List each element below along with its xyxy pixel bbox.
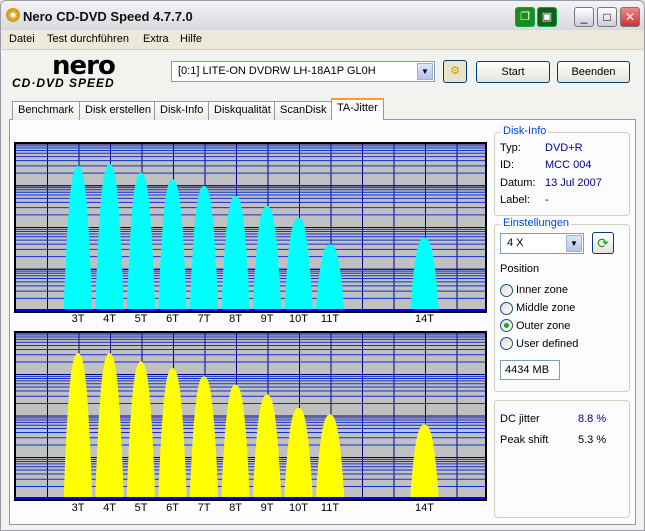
tab-disk-info[interactable]: Disk-Info [154,101,210,120]
x-tick-label: 9T [260,313,274,325]
peak-6T [158,367,187,499]
peak-9T [253,394,281,499]
position-label: Position [500,263,540,275]
peak-7T [190,376,218,499]
size-input[interactable]: 4434 MB [500,360,560,380]
peak-10T [284,407,313,499]
dc-jitter-value: 8.8 % [578,413,607,425]
label-label: Label: [500,194,530,206]
x-tick-label: 11T [320,313,340,325]
middle-zone-label[interactable]: Middle zone [516,302,575,314]
peak-5T [127,361,155,499]
peak-6T [158,179,187,311]
menu-test[interactable]: Test durchführen [47,33,129,45]
x-tick-label: 5T [134,313,148,325]
disk-info-title: Disk-Info [501,125,549,137]
app-icon [6,8,20,22]
x-tick-label: 7T [197,313,211,325]
x-tick-label: 9T [260,502,274,514]
tab-diskqualitaet[interactable]: Diskqualität [208,101,277,120]
x-tick-label: 8T [229,502,242,514]
peak-7T [190,185,218,311]
maximize-button[interactable]: □ [597,7,617,27]
radio-outer-zone[interactable] [500,319,513,332]
label-value: - [545,194,549,206]
radio-middle-zone[interactable] [500,302,513,315]
chevron-down-icon[interactable]: ▼ [566,235,582,252]
peak-8T [221,195,250,311]
menu-extra[interactable]: Extra [143,33,169,45]
tab-ta-jitter[interactable]: TA-Jitter [331,98,384,120]
peak-14T [410,424,439,499]
peak-9T [253,205,281,311]
top-chart [14,142,487,313]
close-button[interactable]: ✕ [620,7,640,27]
start-button[interactable]: Start [476,61,550,83]
radio-inner-zone[interactable] [500,284,513,297]
peak-11T [316,414,344,499]
peak-8T [221,384,250,499]
x-tick-label: 6T [166,313,179,325]
tab-scandisk[interactable]: ScanDisk [274,101,333,120]
x-tick-label: 10T [289,313,308,325]
radio-user-defined[interactable] [500,337,513,350]
x-tick-label: 4T [103,313,116,325]
dc-jitter-label: DC jitter [500,413,540,425]
drive-value: [0:1] LITE-ON DVDRW LH-18A1P GL0H [178,65,376,77]
x-tick-label: 3T [71,313,85,325]
copy-icon[interactable]: ❐ [515,7,535,27]
x-tick-label: 11T [320,502,340,514]
tab-benchmark[interactable]: Benchmark [12,101,80,120]
x-tick-label: 14T [415,502,434,514]
type-label: Typ: [500,142,521,154]
x-tick-label: 7T [197,502,211,514]
x-tick-label: 5T [134,502,148,514]
user-defined-label[interactable]: User defined [516,338,578,350]
outer-zone-label[interactable]: Outer zone [516,320,570,332]
peak-5T [127,172,155,311]
drive-select[interactable]: [0:1] LITE-ON DVDRW LH-18A1P GL0H ▼ [171,61,435,82]
menu-datei[interactable]: Datei [9,33,35,45]
tab-disk-erstellen[interactable]: Disk erstellen [79,101,158,120]
speed-value: 4 X [507,237,524,249]
cd-dvd-speed-logo: CD·DVD SPEED [12,76,115,90]
x-tick-label: 10T [289,502,308,514]
refresh-button[interactable]: ⟳ [592,232,614,254]
speed-select[interactable]: 4 X ▼ [500,233,584,254]
menu-bar: Datei Test durchführen Extra Hilfe [0,30,645,49]
inner-zone-label[interactable]: Inner zone [516,284,568,296]
bottom-chart-svg [16,332,485,500]
date-label: Datum: [500,177,536,189]
id-value: MCC 004 [545,159,592,171]
minimize-button[interactable]: _ [574,7,594,27]
peak-11T [316,244,344,311]
menu-hilfe[interactable]: Hilfe [180,33,202,45]
title-bar: Nero CD-DVD Speed 4.7.7.0 ❐ ▣ _ □ ✕ [0,0,645,30]
peak-14T [410,237,439,311]
chevron-down-icon[interactable]: ▼ [417,63,433,80]
save-icon[interactable]: ▣ [537,7,557,27]
window-title: Nero CD-DVD Speed 4.7.7.0 [23,9,193,24]
bottom-chart [14,331,487,501]
drive-settings-button[interactable]: ⚙ [443,60,467,83]
peak-shift-value: 5.3 % [578,434,607,446]
peak-shift-label: Peak shift [500,434,549,446]
type-value: DVD+R [545,142,583,154]
date-value: 13 Jul 2007 [545,177,602,189]
stop-button[interactable]: Beenden [557,61,630,83]
id-label: ID: [500,159,515,171]
x-tick-label: 4T [103,502,116,514]
top-chart-svg [16,143,485,312]
x-tick-label: 6T [166,502,179,514]
x-tick-label: 3T [71,502,85,514]
x-tick-label: 14T [415,313,434,325]
refresh-icon: ⟳ [597,235,609,251]
gears-icon: ⚙ [450,65,460,77]
settings-title: Einstellungen [501,217,572,229]
x-tick-label: 8T [229,313,242,325]
